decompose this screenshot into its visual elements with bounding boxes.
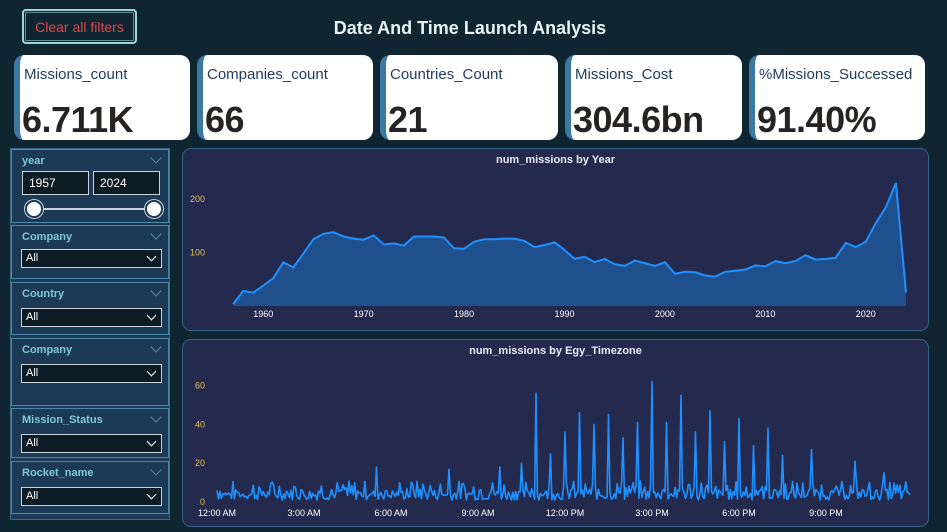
- chevron-down-icon[interactable]: [150, 152, 162, 164]
- kpi-value: 6.711K: [22, 99, 134, 140]
- x-tick-label: 1980: [454, 309, 474, 319]
- company-dropdown-value: All: [26, 252, 39, 264]
- chevron-down-icon[interactable]: [150, 341, 162, 353]
- mission-status-slicer: Mission_Status All: [11, 408, 169, 458]
- x-tick-label: 6:00 PM: [722, 508, 756, 518]
- year-slider-track[interactable]: [33, 208, 155, 210]
- kpi-card-countries-count: Countries_Count 21: [380, 55, 558, 140]
- x-tick-label: 2000: [655, 309, 675, 319]
- year-end-input[interactable]: 2024: [93, 171, 160, 195]
- y-tick-label: 100: [190, 248, 205, 258]
- chevron-down-icon: [146, 436, 157, 447]
- x-tick-label: 6:00 AM: [374, 508, 407, 518]
- company-dropdown-2[interactable]: All: [21, 364, 162, 383]
- year-slider-end-handle[interactable]: [145, 200, 163, 218]
- kpi-label: Countries_Count: [390, 66, 503, 83]
- company-slicer-label: Company: [22, 344, 73, 356]
- rocket-name-slicer-label: Rocket_name: [22, 467, 94, 479]
- chevron-down-icon: [146, 489, 157, 500]
- x-tick-label: 9:00 AM: [461, 508, 494, 518]
- missions-by-timezone-line: [216, 380, 911, 501]
- x-tick-label: 12:00 PM: [546, 508, 585, 518]
- missions-by-year-area: [233, 183, 907, 306]
- missions-by-year-chart: 100 200 1960 1970 1980 1990 2000 2010 2020: [190, 182, 907, 319]
- kpi-value: 66: [205, 99, 245, 140]
- kpi-label: Companies_count: [207, 66, 328, 83]
- x-tick-label: 1960: [253, 309, 273, 319]
- chevron-down-icon[interactable]: [150, 228, 162, 240]
- x-tick-label: 3:00 AM: [287, 508, 320, 518]
- mission-status-dropdown-value: All: [26, 437, 39, 449]
- missions-by-timezone-chart: 0 20 40 60 12:00 AM 3:00 AM 6:00 AM 9:00 AM 12:0…: [195, 380, 911, 518]
- y-tick-label: 200: [190, 194, 205, 204]
- mission-status-slicer-label: Mission_Status: [22, 414, 103, 426]
- x-tick-label: 1990: [554, 309, 574, 319]
- year-slider-start-handle[interactable]: [25, 200, 43, 218]
- y-tick-label: 20: [195, 458, 205, 468]
- year-slicer: year 1957 2024: [11, 149, 169, 223]
- kpi-card-missions-cost: Missions_Cost 304.6bn: [565, 55, 742, 140]
- page-title: Date And Time Launch Analysis: [333, 18, 607, 38]
- chevron-down-icon[interactable]: [150, 285, 162, 297]
- chevron-down-icon[interactable]: [150, 464, 162, 476]
- x-tick-label: 12:00 AM: [198, 508, 236, 518]
- company-dropdown[interactable]: All: [21, 249, 162, 268]
- kpi-value: 304.6bn: [573, 99, 704, 140]
- kpi-label: %Missions_Successed: [759, 66, 913, 83]
- company-slicer-2: Company All: [11, 338, 169, 406]
- country-dropdown-value: All: [26, 311, 39, 323]
- rocket-name-dropdown-value: All: [26, 490, 39, 502]
- kpi-card-missions-count: Missions_count 6.711K: [14, 55, 190, 140]
- company-slicer: Company All: [11, 225, 169, 279]
- slicer-panel: year 1957 2024 Company All Country All C…: [10, 148, 170, 520]
- year-start-input[interactable]: 1957: [22, 171, 89, 195]
- rocket-name-dropdown[interactable]: All: [21, 487, 162, 506]
- kpi-label: Missions_count: [24, 66, 128, 83]
- company-slicer-label: Company: [22, 231, 73, 243]
- chevron-down-icon[interactable]: [150, 411, 162, 423]
- chevron-down-icon: [146, 251, 157, 262]
- year-slicer-label: year: [22, 155, 45, 167]
- x-tick-label: 9:00 PM: [809, 508, 843, 518]
- x-tick-label: 2020: [856, 309, 876, 319]
- mission-status-dropdown[interactable]: All: [21, 434, 162, 453]
- kpi-card-missions-successed: %Missions_Successed 91.40%: [749, 55, 925, 140]
- x-tick-label: 3:00 PM: [635, 508, 669, 518]
- x-tick-label: 1970: [354, 309, 374, 319]
- chart-card-missions-by-year: num_missions by Year 100 200 1960 1970 1980 1…: [182, 148, 929, 331]
- country-slicer-label: Country: [22, 288, 65, 300]
- clear-all-filters-button[interactable]: Clear all filters: [22, 9, 137, 44]
- kpi-value: 21: [388, 99, 428, 140]
- y-tick-label: 40: [195, 419, 205, 429]
- kpi-value: 91.40%: [757, 99, 877, 140]
- rocket-name-slicer: Rocket_name All: [11, 461, 169, 514]
- country-dropdown[interactable]: All: [21, 308, 162, 327]
- chevron-down-icon: [146, 366, 157, 377]
- kpi-card-companies-count: Companies_count 66: [197, 55, 373, 140]
- country-slicer: Country All: [11, 282, 169, 335]
- y-tick-label: 60: [195, 381, 205, 391]
- kpi-label: Missions_Cost: [575, 66, 673, 83]
- company-dropdown-value: All: [26, 367, 39, 379]
- chart-card-missions-by-timezone: num_missions by Egy_Timezone 0 20 40 60 12:0…: [182, 339, 929, 527]
- x-tick-label: 2010: [755, 309, 775, 319]
- chevron-down-icon: [146, 310, 157, 321]
- y-tick-label: 0: [200, 497, 205, 507]
